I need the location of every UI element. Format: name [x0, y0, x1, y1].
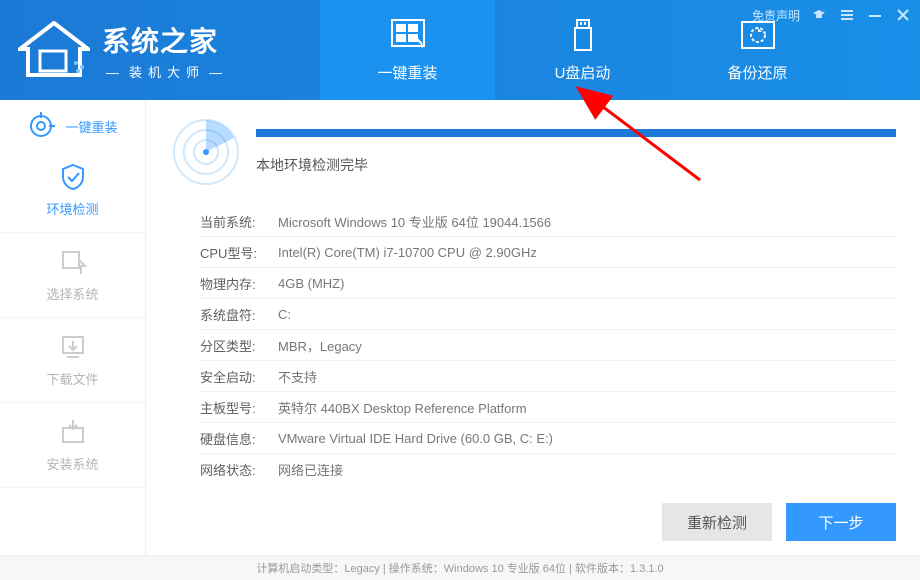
title-controls: 免责声明 — [752, 6, 912, 24]
sidebar-item-label: 一键重装 — [65, 117, 117, 136]
logo-area: 系统之家 装机大师 — [0, 20, 320, 81]
info-row-os: 当前系统:Microsoft Windows 10 专业版 64位 19044.… — [200, 206, 896, 237]
graduation-icon[interactable] — [810, 6, 828, 24]
next-button[interactable]: 下一步 — [786, 503, 896, 541]
scan-status: 本地环境检测完毕 — [256, 155, 896, 175]
disclaimer-link[interactable]: 免责声明 — [752, 7, 800, 24]
info-row-partition: 分区类型:MBR，Legacy — [200, 330, 896, 361]
usb-icon — [563, 18, 603, 54]
info-row-drive: 系统盘符:C: — [200, 299, 896, 330]
header: 系统之家 装机大师 一键重装 U盘启动 备份还原 免责声明 — [0, 0, 920, 100]
tab-usb-boot-label: U盘启动 — [555, 62, 611, 83]
progress-bar — [256, 129, 896, 137]
sidebar-item-env-check[interactable]: 环境检测 — [0, 148, 145, 233]
minimize-button[interactable] — [866, 6, 884, 24]
info-row-memory: 物理内存:4GB (MHZ) — [200, 268, 896, 299]
sidebar-item-reinstall[interactable]: 一键重装 — [0, 104, 145, 148]
windows-icon — [388, 18, 428, 54]
sidebar-item-label: 安装系统 — [46, 454, 98, 473]
tab-backup-restore-label: 备份还原 — [727, 62, 787, 83]
tab-usb-boot[interactable]: U盘启动 — [495, 0, 670, 100]
main-content: 本地环境检测完毕 当前系统:Microsoft Windows 10 专业版 6… — [146, 100, 920, 555]
sidebar-item-label: 下载文件 — [46, 369, 98, 388]
sidebar-item-install[interactable]: 安装系统 — [0, 403, 145, 488]
info-row-cpu: CPU型号:Intel(R) Core(TM) i7-10700 CPU @ 2… — [200, 237, 896, 268]
sidebar: 一键重装 环境检测 选择系统 下载文件 安装系统 — [0, 100, 146, 555]
system-info: 当前系统:Microsoft Windows 10 专业版 64位 19044.… — [170, 206, 896, 485]
menu-icon[interactable] — [838, 6, 856, 24]
sidebar-item-download[interactable]: 下载文件 — [0, 318, 145, 403]
close-button[interactable] — [894, 6, 912, 24]
tab-reinstall[interactable]: 一键重装 — [320, 0, 495, 100]
footer-status: 计算机启动类型：Legacy | 操作系统：Windows 10 专业版 64位… — [0, 555, 920, 580]
shield-check-icon — [59, 163, 87, 191]
sidebar-item-select-system[interactable]: 选择系统 — [0, 233, 145, 318]
sidebar-item-label: 环境检测 — [46, 199, 98, 218]
radar-icon — [170, 116, 242, 188]
sidebar-item-label: 选择系统 — [46, 284, 98, 303]
info-row-disk: 硬盘信息:VMware Virtual IDE Hard Drive (60.0… — [200, 423, 896, 454]
info-row-network: 网络状态:网络已连接 — [200, 454, 896, 485]
install-icon — [59, 418, 87, 446]
download-icon — [59, 333, 87, 361]
app-title: 系统之家 — [102, 20, 232, 60]
target-icon — [27, 112, 55, 140]
select-icon — [59, 248, 87, 276]
recheck-button[interactable]: 重新检测 — [662, 503, 772, 541]
logo-icon — [18, 21, 90, 79]
tab-reinstall-label: 一键重装 — [377, 62, 437, 83]
info-row-secureboot: 安全启动:不支持 — [200, 361, 896, 392]
app-subtitle: 装机大师 — [102, 62, 232, 81]
info-row-motherboard: 主板型号:英特尔 440BX Desktop Reference Platfor… — [200, 392, 896, 423]
